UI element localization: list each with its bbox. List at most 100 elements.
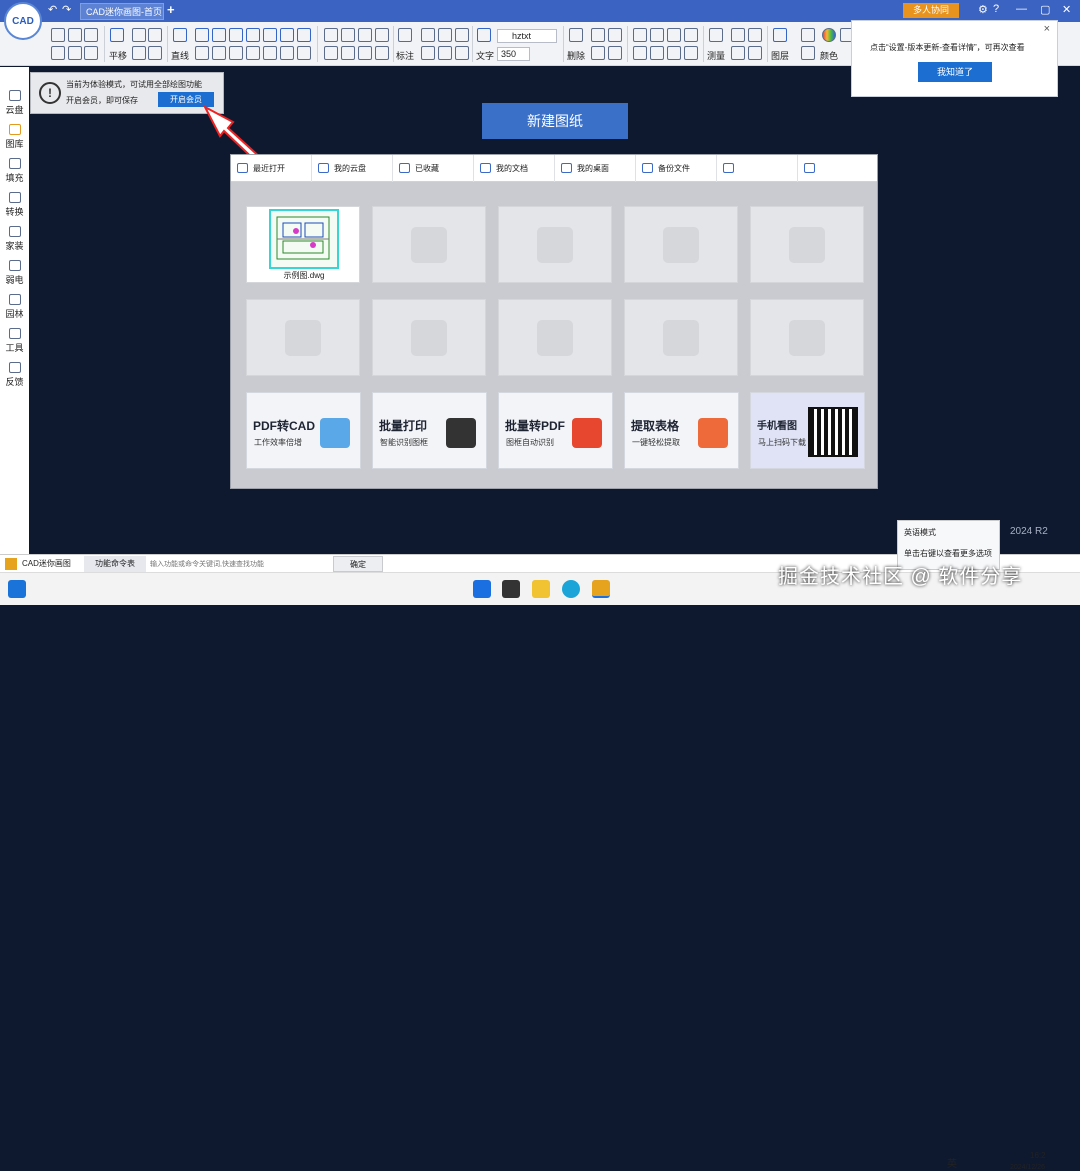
crop-icon[interactable] <box>375 46 389 60</box>
tab-my-cloud[interactable]: 我的云盘 <box>312 155 393 182</box>
new-drawing-button[interactable]: 新建图纸 <box>482 103 628 139</box>
dimension-icon[interactable] <box>398 28 412 42</box>
open-icon[interactable] <box>51 28 65 42</box>
eye-icon[interactable] <box>297 28 311 42</box>
help-icon[interactable]: ? <box>993 3 999 15</box>
circle-icon[interactable] <box>263 28 277 42</box>
file-explorer-icon[interactable] <box>532 580 550 598</box>
sidebar-item-garden[interactable]: 园林 <box>0 290 29 326</box>
ellipse-icon[interactable] <box>280 28 294 42</box>
zoom-in-icon[interactable] <box>132 28 146 42</box>
measure-icon[interactable] <box>709 28 723 42</box>
spline-icon[interactable] <box>246 28 260 42</box>
notification-icon[interactable]: ⚙ <box>978 3 988 16</box>
image-icon[interactable] <box>375 28 389 42</box>
parallelogram-icon[interactable] <box>229 46 243 60</box>
leader-icon[interactable] <box>438 46 452 60</box>
paste-icon[interactable] <box>591 46 605 60</box>
zoom-extent-icon[interactable] <box>148 46 162 60</box>
share-icon[interactable] <box>84 46 98 60</box>
cad-app-icon[interactable] <box>592 580 610 598</box>
recent-file-card[interactable]: 示例图.dwg <box>246 206 360 283</box>
font-select[interactable]: hztxt <box>497 29 557 43</box>
delete-icon[interactable] <box>569 28 583 42</box>
sidebar-item-cloud[interactable]: 云盘 <box>0 86 29 122</box>
stat-icon[interactable] <box>748 46 762 60</box>
rectangle-icon[interactable] <box>229 28 243 42</box>
got-it-button[interactable]: 我知道了 <box>918 62 992 82</box>
trim-icon[interactable] <box>358 28 372 42</box>
layer-icon[interactable] <box>773 28 787 42</box>
lineweight-icon[interactable] <box>801 46 815 60</box>
confirm-button[interactable]: 确定 <box>333 556 383 572</box>
tab-recent[interactable]: 最近打开 <box>231 155 312 182</box>
angle-dim-icon[interactable] <box>438 28 452 42</box>
feature-batch-to-pdf[interactable]: 批量转PDF 图框自动识别 <box>498 392 613 469</box>
sidebar-item-gallery[interactable]: 图库 <box>0 120 29 156</box>
count-icon[interactable] <box>748 28 762 42</box>
mirror-icon[interactable] <box>684 28 698 42</box>
copy2-icon[interactable] <box>591 28 605 42</box>
block-icon[interactable] <box>324 46 338 60</box>
clipboard-icon[interactable] <box>608 46 622 60</box>
polyline-icon[interactable] <box>195 28 209 42</box>
tab-my-documents[interactable]: 我的文档 <box>474 155 555 182</box>
task-view-icon[interactable] <box>502 580 520 598</box>
calc-icon[interactable] <box>731 46 745 60</box>
command-input[interactable] <box>150 557 330 571</box>
region-icon[interactable] <box>280 46 294 60</box>
windows-start-icon[interactable] <box>473 580 491 598</box>
menu-item-english-mode[interactable]: 英语模式 <box>904 527 936 538</box>
insert-icon[interactable] <box>358 46 372 60</box>
open-membership-button[interactable]: 开启会员 <box>158 92 214 107</box>
rotate-icon[interactable] <box>667 28 681 42</box>
print-icon[interactable] <box>51 46 65 60</box>
tab-backup[interactable]: 备份文件 <box>636 155 717 182</box>
sidebar-item-tools[interactable]: 工具 <box>0 324 29 360</box>
linetype-icon[interactable] <box>801 28 815 42</box>
sidebar-item-home[interactable]: 家装 <box>0 222 29 258</box>
offset-icon[interactable] <box>633 46 647 60</box>
maximize-icon[interactable]: ▢ <box>1040 3 1050 16</box>
feature-extract-table[interactable]: 提取表格 一键轻松提取 <box>624 392 739 469</box>
radius-dim-icon[interactable] <box>455 28 469 42</box>
saveas-icon[interactable] <box>84 28 98 42</box>
explode-icon[interactable] <box>684 46 698 60</box>
command-table-tab[interactable]: 功能命令表 <box>84 556 146 572</box>
copy-icon[interactable] <box>324 28 338 42</box>
slash-icon[interactable] <box>297 46 311 60</box>
pentagon-icon[interactable] <box>212 46 226 60</box>
aligned-dim-icon[interactable] <box>421 28 435 42</box>
scale-icon[interactable] <box>650 28 664 42</box>
sidebar-item-weak-current[interactable]: 弱电 <box>0 256 29 292</box>
cloud-icon[interactable] <box>263 46 277 60</box>
menu-item-more-options[interactable]: 单击右键以查看更多选项 <box>904 548 992 559</box>
triangle-icon[interactable] <box>195 46 209 60</box>
scissors-icon[interactable] <box>608 28 622 42</box>
minimize-icon[interactable]: — <box>1016 3 1027 15</box>
arc-dim-icon[interactable] <box>421 46 435 60</box>
size-select[interactable]: 350 <box>497 47 530 61</box>
close-icon[interactable]: ✕ <box>1062 3 1071 16</box>
table-dim-icon[interactable] <box>455 46 469 60</box>
pan-hand-icon[interactable] <box>110 28 124 42</box>
feature-batch-print[interactable]: 批量打印 智能识别图框 <box>372 392 487 469</box>
zoom-window-icon[interactable] <box>132 46 146 60</box>
select-icon[interactable] <box>341 28 355 42</box>
edge-browser-icon[interactable] <box>562 580 580 598</box>
desktop-icon[interactable] <box>8 580 26 598</box>
line-icon[interactable] <box>173 28 187 42</box>
sidebar-item-fill[interactable]: 填充 <box>0 154 29 190</box>
save-icon[interactable] <box>68 28 82 42</box>
export-icon[interactable] <box>68 46 82 60</box>
close-icon[interactable]: × <box>1044 23 1050 35</box>
area-icon[interactable] <box>731 28 745 42</box>
extend-icon[interactable] <box>667 46 681 60</box>
tab-mail-2[interactable] <box>798 155 879 182</box>
undo-icon[interactable]: ↶ <box>48 3 57 16</box>
move-icon[interactable] <box>633 28 647 42</box>
sidebar-item-convert[interactable]: 转换 <box>0 188 29 224</box>
freehand-icon[interactable] <box>246 46 260 60</box>
text-icon[interactable] <box>477 28 491 42</box>
arc-icon[interactable] <box>212 28 226 42</box>
